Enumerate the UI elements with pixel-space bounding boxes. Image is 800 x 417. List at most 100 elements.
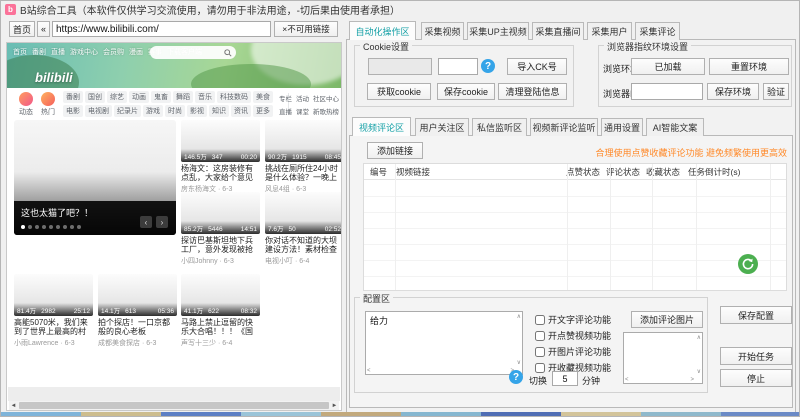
side-link[interactable]: 直播 <box>279 106 292 116</box>
scroll-left-icon[interactable]: < <box>367 368 371 374</box>
video-thumbnail[interactable]: 81.4万 2982 25:12 <box>14 274 93 316</box>
tab-collect-live[interactable]: 采集直播间 <box>532 22 584 40</box>
scroll-up-icon[interactable]: ∧ <box>697 334 701 341</box>
clear-login-button[interactable]: 清理登陆信息 <box>498 83 567 100</box>
carousel-title[interactable]: 这也太猫了吧？！ <box>21 206 93 219</box>
channel-pill[interactable]: 纪录片 <box>114 105 141 117</box>
link-status-button[interactable]: ×不可用链接 <box>274 21 338 37</box>
channel-pill[interactable]: 美食 <box>253 91 273 103</box>
checkbox[interactable] <box>535 363 545 373</box>
video-uploader[interactable]: 成都美食探店 · 6-3 <box>98 338 177 348</box>
import-ck-button[interactable]: 导入CK号 <box>507 58 567 75</box>
hot-label[interactable]: 热门 <box>41 107 55 117</box>
col-header-index[interactable]: 编号 <box>364 166 396 178</box>
channel-pill[interactable]: 时尚 <box>165 105 185 117</box>
video-title[interactable]: 拍个探店！一口京都般的良心老板 <box>98 318 177 336</box>
video-title[interactable]: 探访巴基斯坦地下兵工厂，意外发现被抢大巴，各种武器制造… <box>181 236 260 254</box>
col-header-link[interactable]: 视频链接 <box>396 166 566 178</box>
cookie-input[interactable] <box>438 58 478 75</box>
video-card[interactable]: 146.5万 347 00:20 杨海文：这房装修有点乱，大家给个意见 房东杨海… <box>181 120 260 194</box>
tab-video-comment[interactable]: 视频评论区 <box>352 117 411 136</box>
nav-link-home[interactable]: 首页 <box>13 47 27 57</box>
col-header-countdown[interactable]: 任务倒计时(s) <box>688 166 764 178</box>
video-thumbnail[interactable]: 90.2万 1915 08:45 <box>265 120 342 162</box>
channel-pill[interactable]: 舞蹈 <box>173 91 193 103</box>
video-card[interactable]: 85.2万 5446 14:51 探访巴基斯坦地下兵工厂，意外发现被抢大巴，各种… <box>181 192 260 266</box>
tab-ai-copywriting[interactable]: AI智能文案 <box>646 118 704 136</box>
reset-env-button[interactable]: 重置环境 <box>709 58 789 75</box>
channel-pill[interactable]: 动画 <box>129 91 149 103</box>
channel-pill[interactable]: 综艺 <box>107 91 127 103</box>
nav-link-bangumi[interactable]: 番剧 <box>32 47 46 57</box>
url-input[interactable] <box>52 21 271 37</box>
save-cookie-button[interactable]: 保存cookie <box>437 83 495 100</box>
nav-link-shop[interactable]: 会员购 <box>103 47 124 57</box>
carousel-prev-button[interactable]: ‹ <box>140 216 152 228</box>
refresh-icon[interactable] <box>738 254 758 274</box>
video-uploader[interactable]: 声写十三少 · 6-4 <box>181 338 260 348</box>
hot-icon[interactable] <box>41 92 55 106</box>
video-thumbnail[interactable]: 14.1万 613 05:36 <box>98 274 177 316</box>
tab-collect-user[interactable]: 采集用户 <box>587 22 632 40</box>
video-title[interactable]: 马路上禁止逗留的快乐大合唱！！！《国家流浪》 <box>181 318 260 336</box>
site-search-box[interactable] <box>150 46 236 59</box>
video-card[interactable]: 81.4万 2982 25:12 高能5070米，我们来到了世界上最高的村庄！ … <box>14 274 93 348</box>
video-card[interactable]: 41.1万 622 08:32 马路上禁止逗留的快乐大合唱！！！《国家流浪》 声… <box>181 274 260 348</box>
channel-pill[interactable]: 音乐 <box>195 91 215 103</box>
tab-collect-up-video[interactable]: 采集UP主视频 <box>467 22 529 40</box>
scroll-left-icon[interactable]: < <box>625 377 629 383</box>
scroll-right-icon[interactable]: > <box>690 377 694 383</box>
channel-pill[interactable]: 影视 <box>187 105 207 117</box>
video-title[interactable]: 挑战在厕所住24小时是什么体验？一晚上奔波不停，没想到有那… <box>265 164 342 182</box>
video-thumbnail[interactable]: 7.6万 50 02:52 <box>265 192 342 234</box>
video-uploader[interactable]: 小雨Lawrence · 6-3 <box>14 338 93 348</box>
task-table[interactable]: 编号 视频链接 点赞状态 评论状态 收藏状态 任务倒计时(s) <box>363 163 787 291</box>
side-link[interactable]: 社区中心 <box>313 93 339 103</box>
side-link[interactable]: 活动 <box>296 93 309 103</box>
carousel-dots[interactable] <box>21 225 81 229</box>
video-card[interactable]: 7.6万 50 02:52 你对话不知道的大坝建设方法！素材检查高清版本录制！ … <box>265 192 342 266</box>
video-thumbnail[interactable]: 41.1万 622 08:32 <box>181 274 260 316</box>
start-task-button[interactable]: 开始任务 <box>720 347 792 365</box>
nav-link-gamecenter[interactable]: 游戏中心 <box>70 47 98 57</box>
tab-general-settings[interactable]: 通用设置 <box>601 118 643 136</box>
video-thumbnail[interactable]: 146.5万 347 00:20 <box>181 120 260 162</box>
verify-button[interactable]: 验证 <box>763 83 789 100</box>
col-header-like[interactable]: 点赞状态 <box>566 166 606 178</box>
switch-minutes-input[interactable] <box>552 371 578 386</box>
nav-link-live[interactable]: 直播 <box>51 47 65 57</box>
scroll-left-icon[interactable]: ◄ <box>9 403 18 409</box>
col-header-comment[interactable]: 评论状态 <box>606 166 646 178</box>
video-uploader[interactable]: 小四Johnny · 6-3 <box>181 256 260 266</box>
side-link[interactable]: 课堂 <box>296 106 309 116</box>
home-button[interactable]: 首页 <box>9 21 35 37</box>
video-card[interactable]: 90.2万 1915 08:45 挑战在厕所住24小时是什么体验？一晚上奔波不停… <box>265 120 342 194</box>
carousel[interactable]: 这也太猫了吧？！ ‹ › <box>14 120 176 235</box>
comment-text-area[interactable]: 给力 ∧ ∨ < > <box>365 311 523 375</box>
tab-user-follow[interactable]: 用户关注区 <box>415 118 469 136</box>
scroll-right-icon[interactable]: ► <box>330 403 339 409</box>
cookie-help-icon[interactable]: ? <box>481 59 495 73</box>
channel-pill[interactable]: 番剧 <box>63 91 83 103</box>
video-title[interactable]: 杨海文：这房装修有点乱，大家给个意见 <box>181 164 260 182</box>
channel-pill[interactable]: 电视剧 <box>85 105 112 117</box>
dynamic-icon[interactable] <box>19 92 33 106</box>
channel-pill[interactable]: 游戏 <box>143 105 163 117</box>
check-like-video[interactable]: 开点赞视频功能 <box>535 329 611 342</box>
video-uploader[interactable]: 电视小叮 · 6-4 <box>265 256 342 266</box>
video-card[interactable]: 14.1万 613 05:36 拍个探店！一口京都般的良心老板 成都美食探店 ·… <box>98 274 177 348</box>
cookie-slot-box[interactable] <box>368 58 432 75</box>
dynamic-label[interactable]: 动态 <box>19 107 33 117</box>
add-link-button[interactable]: 添加链接 <box>367 142 423 159</box>
save-env-button[interactable]: 保存环境 <box>707 83 759 100</box>
carousel-next-button[interactable]: › <box>156 216 168 228</box>
tab-collect-video[interactable]: 采集视频 <box>421 22 464 40</box>
tab-collect-comment[interactable]: 采集评论 <box>635 22 680 40</box>
check-text-comment[interactable]: 开文字评论功能 <box>535 313 611 326</box>
channel-pill-more[interactable]: 更多 <box>253 105 273 117</box>
scroll-down-icon[interactable]: ∨ <box>517 359 521 366</box>
env-loaded-button[interactable]: 已加载 <box>631 58 705 75</box>
comment-image-listbox[interactable]: ∧ ∨ < > <box>623 332 703 384</box>
scrollbar-thumb[interactable] <box>19 402 329 409</box>
channel-pill[interactable]: 资讯 <box>231 105 251 117</box>
